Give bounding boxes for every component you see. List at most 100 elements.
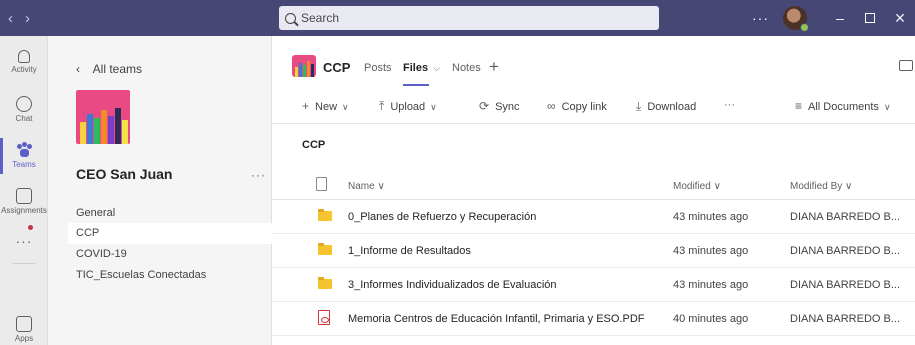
maximize-button[interactable] bbox=[855, 10, 885, 26]
sync-icon: ⟳ bbox=[479, 99, 490, 113]
tab-notes[interactable]: Notes bbox=[452, 62, 481, 74]
apps-icon bbox=[16, 316, 32, 332]
presence-available-icon bbox=[800, 23, 809, 32]
notification-dot bbox=[28, 225, 33, 230]
all-teams-link[interactable]: ‹ All teams bbox=[76, 62, 142, 76]
meet-video-icon[interactable] bbox=[899, 60, 913, 71]
table-row[interactable]: 3_Informes Individualizados de Evaluació… bbox=[272, 268, 915, 302]
download-button[interactable]: ⤓ Download bbox=[636, 99, 696, 114]
upload-button[interactable]: ⤒ Upload ∨ bbox=[379, 99, 437, 114]
avatar[interactable] bbox=[783, 6, 809, 32]
tab-posts[interactable]: Posts bbox=[364, 62, 392, 74]
view-selector[interactable]: ≡ All Documents ∨ bbox=[795, 99, 891, 113]
add-tab-button[interactable]: + bbox=[489, 57, 499, 77]
settings-more-button[interactable]: ··· bbox=[752, 10, 769, 26]
column-header-name[interactable]: Name ∨ bbox=[348, 181, 385, 192]
channel-item-tic-escuelas-conectadas[interactable]: TIC_Escuelas Conectadas bbox=[68, 265, 272, 286]
table-row[interactable]: 1_Informe de Resultados 43 minutes ago D… bbox=[272, 234, 915, 268]
rail-item-activity[interactable]: Activity bbox=[0, 50, 48, 74]
history-navigation: ‹ › bbox=[8, 0, 30, 36]
chevron-down-icon: ∨ bbox=[845, 181, 853, 192]
chevron-down-icon: ∨ bbox=[713, 181, 721, 192]
modified-by[interactable]: DIANA BARREDO B... bbox=[790, 313, 900, 325]
back-arrow-icon[interactable]: ‹ bbox=[8, 10, 13, 27]
copy-link-button[interactable]: ∞ Copy link bbox=[547, 99, 607, 113]
team-sidebar: ‹ All teams CEO San Juan ··· General CCP… bbox=[48, 36, 272, 345]
download-icon: ⤓ bbox=[636, 99, 642, 113]
file-name[interactable]: Memoria Centros de Educación Infantil, P… bbox=[348, 313, 645, 325]
table-header: Name ∨ Modified ∨ Modified By ∨ bbox=[272, 172, 915, 200]
sync-button[interactable]: ⟳ Sync bbox=[479, 99, 520, 113]
team-picture bbox=[76, 90, 130, 144]
chevron-down-icon: ∨ bbox=[430, 102, 437, 112]
folder-icon bbox=[318, 277, 332, 289]
upload-icon: ⤒ bbox=[379, 99, 385, 113]
file-name[interactable]: 1_Informe de Resultados bbox=[348, 245, 471, 257]
table-row[interactable]: Memoria Centros de Educación Infantil, P… bbox=[272, 302, 915, 336]
more-actions-button[interactable]: ··· bbox=[724, 99, 735, 111]
breadcrumb[interactable]: CCP bbox=[302, 139, 325, 151]
search-icon bbox=[285, 12, 296, 24]
chat-icon bbox=[16, 96, 32, 112]
folder-icon bbox=[318, 209, 332, 221]
pdf-file-icon bbox=[318, 310, 330, 325]
search-placeholder: Search bbox=[301, 11, 340, 25]
link-icon: ∞ bbox=[547, 99, 556, 113]
main-content: CCP Posts Files ⌵ Notes + + New ∨ ⤒ Upload ∨… bbox=[272, 36, 915, 345]
team-name: CEO San Juan bbox=[76, 166, 173, 182]
modified-time: 40 minutes ago bbox=[673, 313, 749, 325]
chevron-down-icon: ∨ bbox=[883, 102, 891, 112]
table-row[interactable]: 0_Planes de Refuerzo y Recuperación 43 m… bbox=[272, 200, 915, 234]
channel-title: CCP bbox=[323, 60, 351, 75]
app-rail: Activity Chat Teams Assignments ··· Apps bbox=[0, 36, 48, 345]
title-bar: ‹ › Search ··· – ✕ bbox=[0, 0, 915, 36]
new-button[interactable]: + New ∨ bbox=[302, 99, 349, 113]
channel-item-ccp[interactable]: CCP bbox=[68, 223, 272, 244]
rail-item-apps[interactable]: Apps bbox=[0, 316, 48, 343]
rail-item-label: Teams bbox=[12, 160, 36, 169]
plus-icon: + bbox=[302, 99, 310, 113]
rail-item-label: Chat bbox=[15, 114, 33, 123]
tab-files[interactable]: Files ⌵ bbox=[403, 62, 440, 86]
minimize-button[interactable]: – bbox=[825, 10, 855, 26]
file-type-icon[interactable] bbox=[316, 177, 327, 191]
window-controls: ··· – ✕ bbox=[752, 0, 915, 36]
channel-item-general[interactable]: General bbox=[68, 203, 272, 224]
files-toolbar: + New ∨ ⤒ Upload ∨ ⟳ Sync ∞ Copy link ⤓ Downloa… bbox=[272, 88, 915, 124]
chevron-down-icon: ∨ bbox=[342, 102, 349, 112]
chevron-down-icon: ⌵ bbox=[433, 63, 440, 73]
rail-item-label: Assignments bbox=[1, 206, 47, 215]
channel-team-picture bbox=[292, 55, 316, 77]
close-button[interactable]: ✕ bbox=[885, 10, 915, 27]
file-name[interactable]: 3_Informes Individualizados de Evaluació… bbox=[348, 279, 557, 291]
chevron-down-icon: ∨ bbox=[377, 181, 385, 192]
column-header-modified[interactable]: Modified ∨ bbox=[673, 181, 721, 192]
file-name[interactable]: 0_Planes de Refuerzo y Recuperación bbox=[348, 211, 536, 223]
rail-item-teams[interactable]: Teams bbox=[0, 138, 48, 174]
modified-time: 43 minutes ago bbox=[673, 245, 749, 257]
modified-by[interactable]: DIANA BARREDO B... bbox=[790, 245, 900, 257]
rail-item-label: Apps bbox=[14, 334, 34, 343]
modified-by[interactable]: DIANA BARREDO B... bbox=[790, 211, 900, 223]
more-apps-button[interactable]: ··· bbox=[0, 225, 48, 249]
rail-item-label: Activity bbox=[11, 65, 37, 74]
column-header-modified-by[interactable]: Modified By ∨ bbox=[790, 181, 852, 192]
assignments-icon bbox=[16, 188, 32, 204]
channel-header: CCP Posts Files ⌵ Notes + bbox=[272, 36, 915, 86]
maximize-icon bbox=[865, 13, 875, 23]
team-more-options-button[interactable]: ··· bbox=[251, 168, 266, 182]
forward-arrow-icon[interactable]: › bbox=[25, 10, 30, 27]
modified-by[interactable]: DIANA BARREDO B... bbox=[790, 279, 900, 291]
bell-icon bbox=[18, 50, 30, 63]
folder-icon bbox=[318, 243, 332, 255]
list-view-icon: ≡ bbox=[795, 99, 803, 113]
search-input[interactable]: Search bbox=[279, 6, 659, 30]
rail-divider bbox=[12, 263, 36, 264]
channel-item-covid-19[interactable]: COVID-19 bbox=[68, 244, 272, 265]
rail-item-assignments[interactable]: Assignments bbox=[0, 188, 48, 215]
chevron-left-icon: ‹ bbox=[76, 62, 80, 76]
modified-time: 43 minutes ago bbox=[673, 211, 749, 223]
teams-icon bbox=[16, 142, 32, 158]
modified-time: 43 minutes ago bbox=[673, 279, 749, 291]
rail-item-chat[interactable]: Chat bbox=[0, 96, 48, 123]
